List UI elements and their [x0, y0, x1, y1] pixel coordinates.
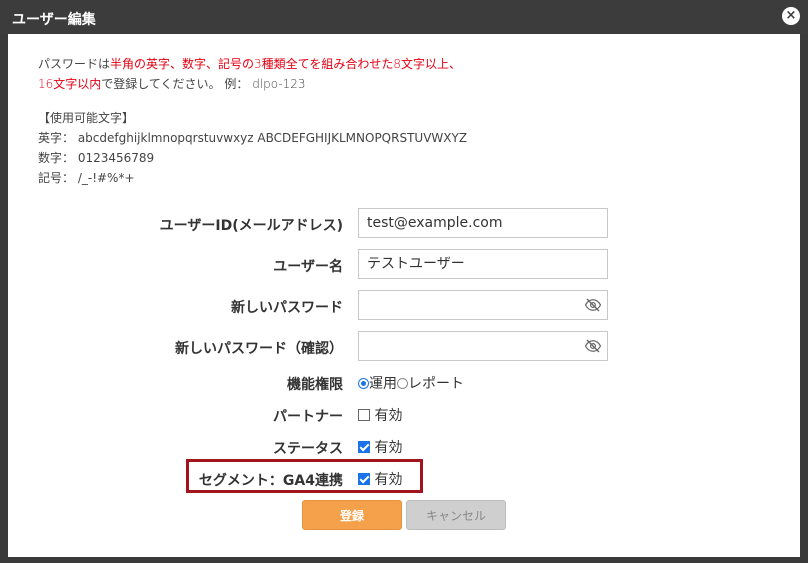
- user-id-label: ユーザーID(メールアドレス): [159, 218, 343, 234]
- eye-slash-icon[interactable]: [584, 296, 602, 314]
- notice-warning: 半角の英字、数字、記号の3種類全てを組み合わせた8文字以上、: [110, 57, 462, 71]
- dialog-body: パスワードは半角の英字、数字、記号の3種類全てを組み合わせた8文字以上、 16文…: [8, 34, 800, 557]
- confirm-password-label: 新しいパスワード（確認）: [175, 341, 343, 357]
- form-row-confirm-password: 新しいパスワード（確認）: [8, 331, 800, 361]
- role-option-label: レポート: [408, 376, 464, 392]
- form-row-user-name: ユーザー名 テストユーザー: [8, 249, 800, 279]
- status-checkbox[interactable]: [358, 441, 370, 453]
- user-edit-dialog: ユーザー編集 × パスワードは半角の英字、数字、記号の3種類全てを組み合わせた8…: [0, 0, 808, 563]
- form-row-status: ステータス 有効: [8, 431, 800, 461]
- allowed-chars-alpha: 英字： abcdefghijklmnopqrstuvwxyz ABCDEFGHI…: [38, 131, 468, 145]
- form-row-partner: パートナー 有効: [8, 399, 800, 429]
- allowed-chars-heading: 【使用可能文字】: [38, 111, 135, 125]
- allowed-chars-digits: 数字： 0123456789: [38, 151, 155, 165]
- notice-text: で登録してください。 例： dlpo-123: [101, 77, 306, 91]
- status-checkbox-group: 有効: [358, 437, 402, 457]
- notice-text: パスワードは: [38, 57, 111, 71]
- highlight-box: [186, 459, 423, 493]
- confirm-password-input[interactable]: [358, 331, 608, 361]
- user-name-label: ユーザー名: [273, 259, 343, 275]
- eye-slash-icon[interactable]: [584, 337, 602, 355]
- allowed-characters: 【使用可能文字】 英字： abcdefghijklmnopqrstuvwxyz …: [38, 108, 467, 188]
- partner-checkbox-label: 有効: [374, 408, 403, 424]
- user-id-input[interactable]: test@example.com: [358, 208, 608, 238]
- partner-label: パートナー: [273, 409, 343, 425]
- dialog-title: ユーザー編集: [12, 12, 96, 28]
- dialog-titlebar: ユーザー編集 ×: [0, 0, 808, 34]
- allowed-chars-symbols: 記号： /_-!#%*+: [38, 171, 135, 185]
- notice-warning: 16文字以内: [38, 77, 102, 91]
- status-label: ステータス: [273, 441, 343, 457]
- partner-checkbox-group: 有効: [358, 405, 402, 425]
- close-icon[interactable]: ×: [782, 7, 800, 25]
- status-checkbox-label: 有効: [374, 440, 403, 456]
- new-password-input[interactable]: [358, 290, 608, 320]
- partner-checkbox[interactable]: [358, 409, 370, 421]
- form-row-role: 機能権限 運用 レポート: [8, 367, 800, 397]
- register-button[interactable]: 登録: [302, 500, 402, 530]
- user-name-input[interactable]: テストユーザー: [358, 249, 608, 279]
- role-option-label: 運用: [369, 376, 397, 392]
- password-notice: パスワードは半角の英字、数字、記号の3種類全てを組み合わせた8文字以上、 16文…: [38, 54, 461, 94]
- role-label: 機能権限: [287, 377, 343, 393]
- form-row-user-id: ユーザーID(メールアドレス) test@example.com: [8, 208, 800, 238]
- role-radio-report[interactable]: [397, 378, 408, 389]
- role-radio-operation[interactable]: [358, 378, 369, 389]
- role-radio-group: 運用 レポート: [358, 373, 464, 393]
- form-row-new-password: 新しいパスワード: [8, 290, 800, 320]
- cancel-button[interactable]: キャンセル: [406, 500, 506, 530]
- new-password-label: 新しいパスワード: [231, 300, 343, 316]
